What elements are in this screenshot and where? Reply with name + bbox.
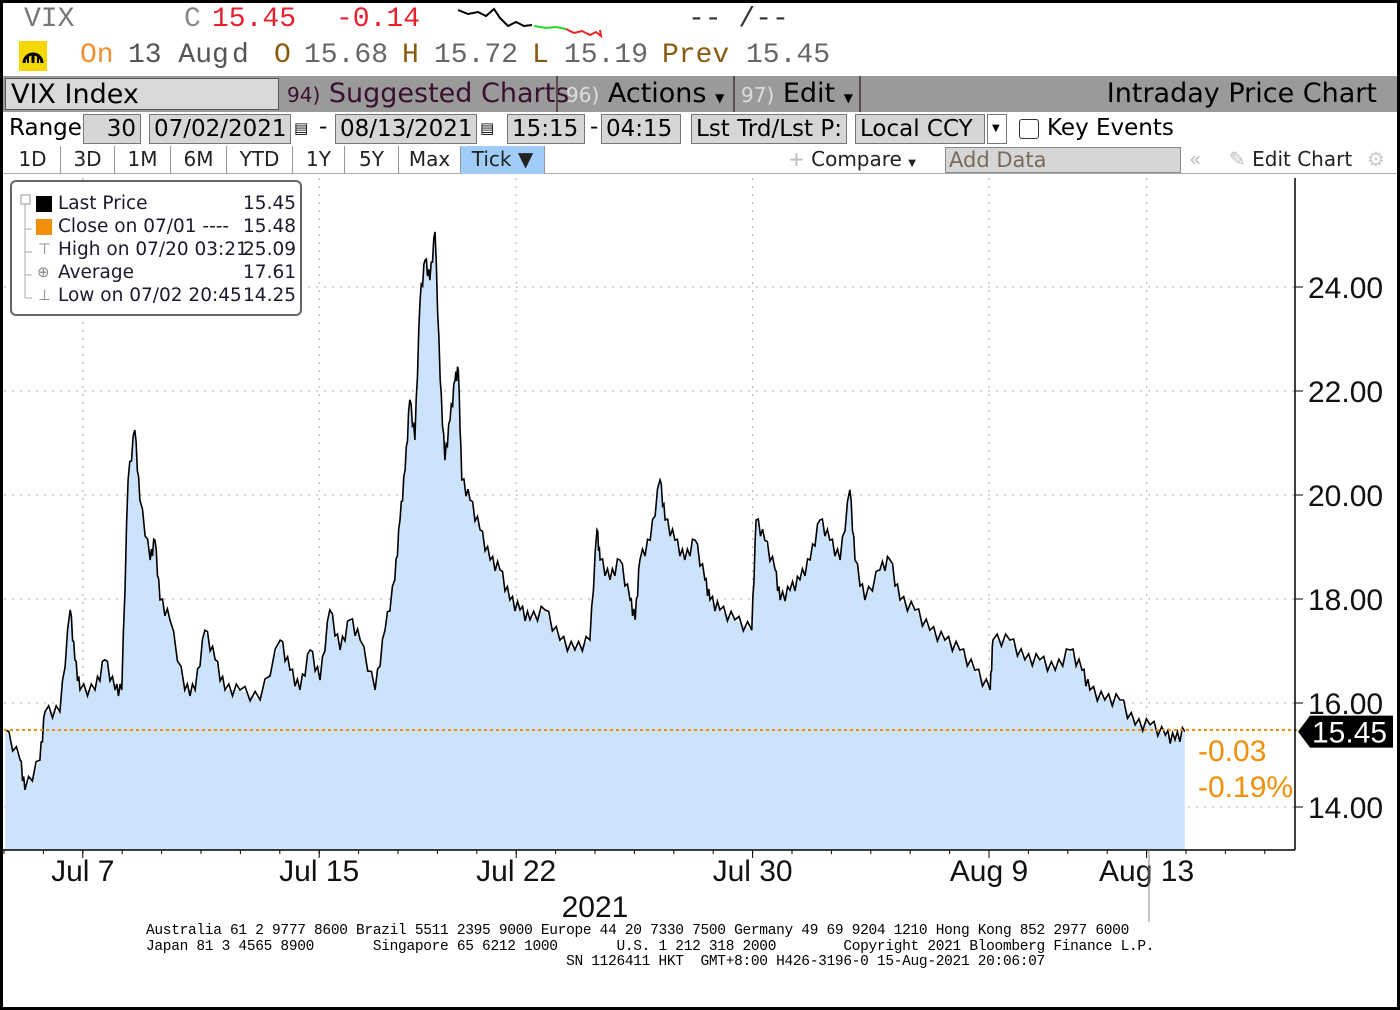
x-tick-label: Jul 22: [476, 855, 556, 888]
close-swatch: [36, 219, 52, 235]
legend-item: Close on 07/01 ---- 15.48: [58, 215, 296, 238]
x-tick-label: Jul 15: [279, 855, 359, 888]
legend-label: Close on 07/01 ----: [58, 216, 230, 237]
x-tick-label: Aug 13: [1099, 855, 1194, 888]
legend-value: 14.25: [243, 285, 296, 306]
footer-line: Australia 61 2 9777 8600 Brazil 5511 239…: [146, 923, 1129, 939]
y-tick-label: 20.00: [1308, 480, 1383, 513]
legend-label: High on 07/20 03:21: [58, 239, 248, 260]
price-area: [5, 231, 1185, 850]
legend-value: 15.48: [243, 216, 296, 237]
price-chart[interactable]: 14.0016.0018.0020.0022.0024.00Jul 7 Jul 1…: [0, 0, 1400, 1010]
x-axis-year-label: 2021: [562, 891, 629, 924]
legend-value: 17.61: [243, 262, 296, 283]
y-tick-label: 24.00: [1308, 272, 1383, 305]
legend-label: Low on 07/02 20:45: [58, 285, 242, 306]
legend: ⊤ ⊕ ⊥ Last Price 15.45 Close on 07/01 ---…: [10, 180, 302, 316]
footer: Australia 61 2 9777 8600 Brazil 5511 239…: [146, 923, 1155, 971]
legend-value: 25.09: [243, 239, 296, 260]
legend-item: High on 07/20 03:21 25.09: [58, 238, 296, 261]
change-abs-label: -0.03: [1198, 735, 1266, 768]
average-marker-icon: ⊕: [37, 263, 50, 281]
footer-line: SN 1126411 HKT GMT+8:00 H426-3196-0 15-A…: [146, 954, 1045, 970]
legend-label: Average: [58, 262, 134, 283]
x-tick-label: Aug 9: [950, 855, 1028, 888]
legend-value: 15.45: [243, 193, 296, 214]
last-price-label: 15.45: [1312, 717, 1387, 750]
legend-label: Last Price: [58, 193, 148, 214]
y-tick-label: 14.00: [1308, 792, 1383, 825]
low-marker-icon: ⊥: [38, 286, 52, 304]
high-marker-icon: ⊤: [38, 240, 52, 258]
footer-line: Japan 81 3 4565 8900 Singapore 65 6212 1…: [146, 938, 1155, 955]
legend-tree-icon[interactable]: [20, 194, 34, 304]
last-price-swatch: [36, 196, 52, 212]
legend-item: Average 17.61: [58, 261, 296, 284]
x-tick-label: Jul 30: [713, 855, 793, 888]
change-pct-label: -0.19%: [1198, 771, 1293, 804]
x-tick-label: Jul 7: [51, 855, 114, 888]
y-tick-label: 22.00: [1308, 376, 1383, 409]
legend-item: Last Price 15.45: [58, 192, 296, 215]
legend-item: Low on 07/02 20:45 14.25: [58, 284, 296, 307]
y-tick-label: 18.00: [1308, 584, 1383, 617]
